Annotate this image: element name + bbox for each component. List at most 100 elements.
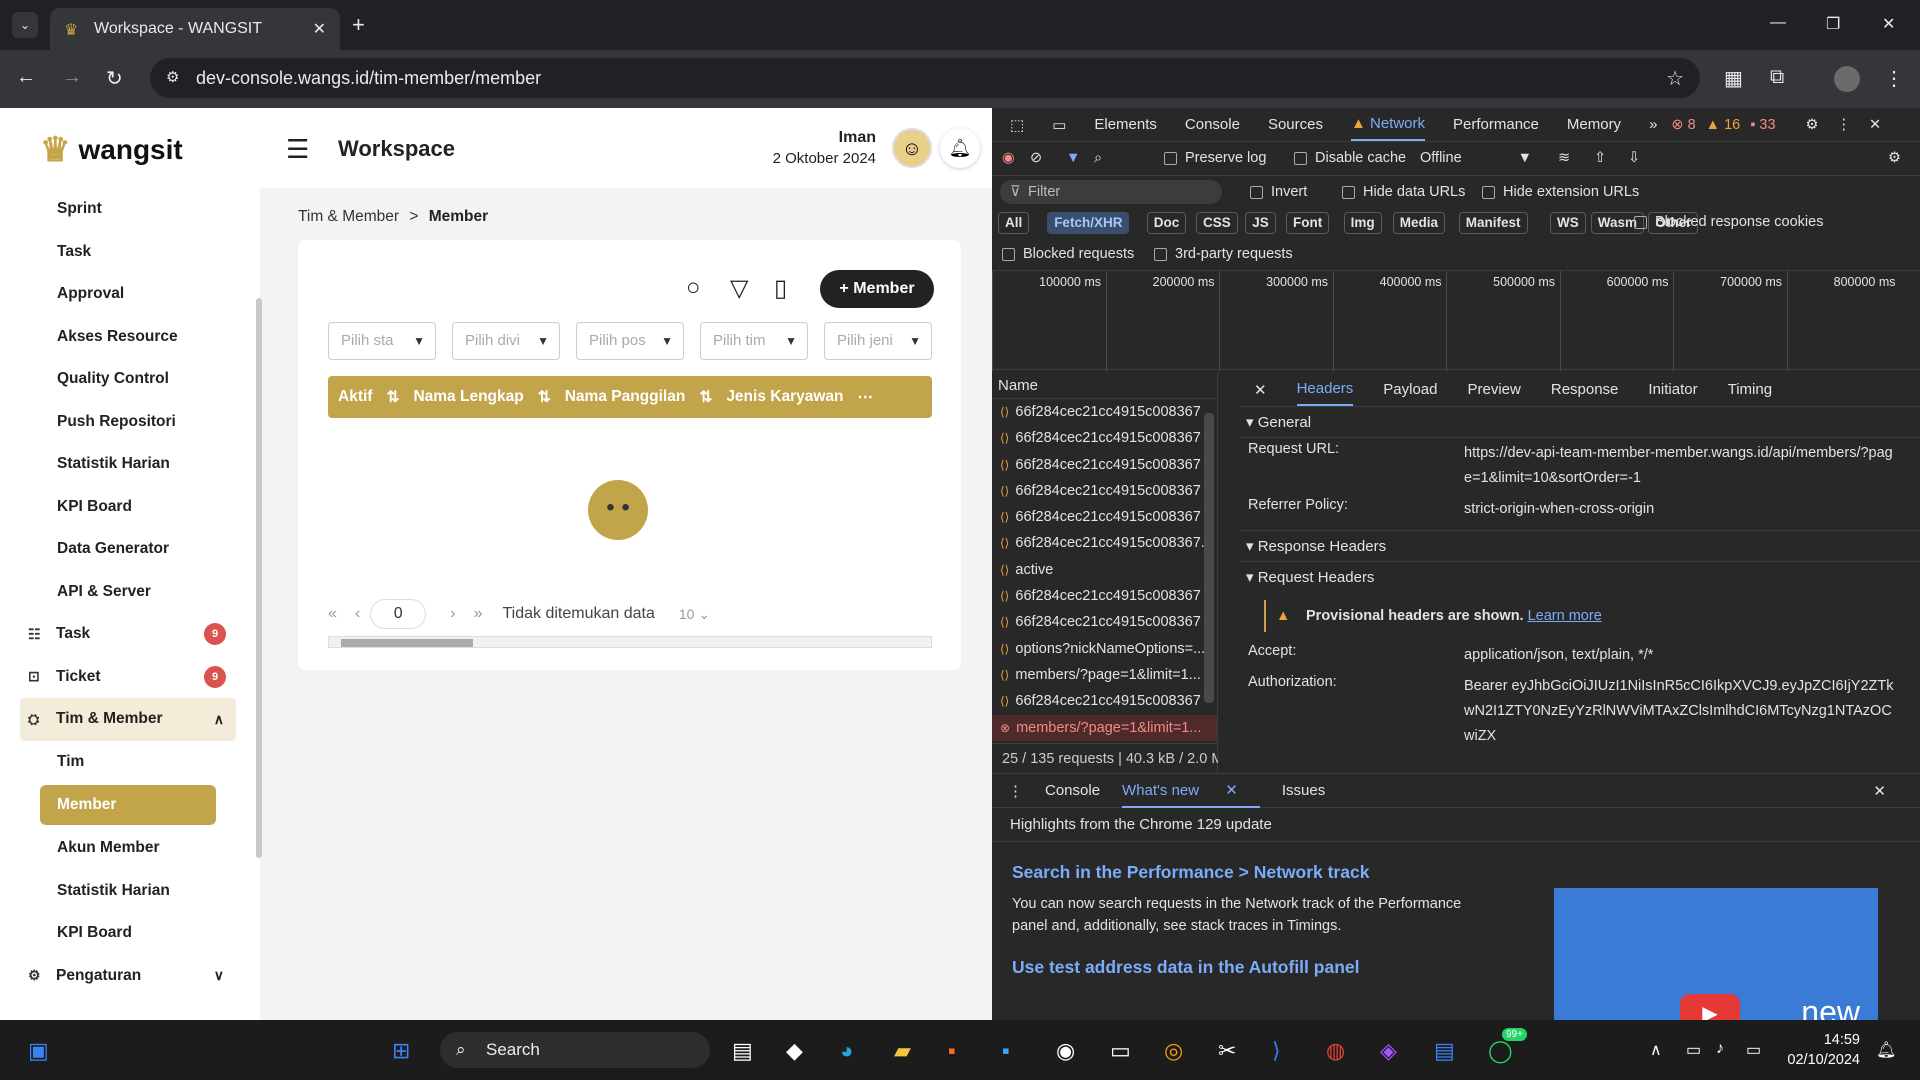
tab-sources[interactable]: Sources xyxy=(1268,116,1323,133)
network-conditions-icon[interactable]: ≋ xyxy=(1558,150,1570,166)
request-row[interactable]: ⟨⟩ 66f284cec21cc4915c008367 xyxy=(992,425,1217,451)
first-page-icon[interactable]: « xyxy=(328,605,337,623)
message-count[interactable]: ▪ 33 xyxy=(1750,117,1775,133)
close-window-button[interactable]: ✕ xyxy=(1882,14,1895,34)
record-icon[interactable]: ◉ xyxy=(1002,150,1015,166)
sidebar-item[interactable]: Task xyxy=(20,231,236,274)
sidebar-scrollbar[interactable] xyxy=(256,298,262,858)
back-icon[interactable]: ← xyxy=(16,66,36,89)
blocked-requests-checkbox[interactable]: Blocked requests xyxy=(1002,246,1134,262)
detail-tab[interactable]: Headers xyxy=(1296,373,1354,406)
network-settings-icon[interactable]: ⚙ xyxy=(1888,150,1901,166)
status-select[interactable]: Pilih sta ▼ xyxy=(328,322,436,360)
photoshop-icon[interactable]: ▪ xyxy=(1002,1038,1010,1064)
search-icon[interactable]: ⌕ xyxy=(1094,150,1102,166)
type-chip[interactable]: Media xyxy=(1392,212,1446,234)
device-toggle-icon[interactable]: ▭ xyxy=(1052,116,1066,134)
detail-tab[interactable]: Initiator xyxy=(1648,381,1697,398)
general-section-toggle[interactable]: ▾ General xyxy=(1240,407,1920,438)
prev-page-icon[interactable]: ‹ xyxy=(355,605,360,623)
request-row[interactable]: ⟨⟩ 66f284cec21cc4915c008367 xyxy=(992,504,1217,530)
new-tab-button[interactable]: + xyxy=(352,12,365,38)
filter-input[interactable]: ⊽ Filter xyxy=(1000,180,1222,204)
request-row[interactable]: ⟨⟩ 66f284cec21cc4915c008367 xyxy=(992,583,1217,609)
tab-memory[interactable]: Memory xyxy=(1567,116,1621,133)
type-chip[interactable]: JS xyxy=(1245,212,1276,234)
tab-console[interactable]: Console xyxy=(1185,116,1240,133)
network-icon[interactable]: ▭ xyxy=(1686,1040,1701,1060)
close-devtools-icon[interactable]: ✕ xyxy=(1869,117,1881,133)
more-tabs-icon[interactable]: » xyxy=(1649,116,1657,133)
disable-cache-checkbox[interactable]: Disable cache xyxy=(1294,150,1406,166)
sort-icon[interactable]: ⇅ xyxy=(699,388,712,407)
site-info-icon[interactable]: ⚙ xyxy=(166,68,179,86)
request-row[interactable]: ⟨⟩ options?nickNameOptions=... xyxy=(992,636,1217,662)
preserve-log-checkbox[interactable]: Preserve log xyxy=(1164,150,1266,166)
type-chip[interactable]: WS xyxy=(1550,212,1586,234)
sidebar-item[interactable]: ⊡ Ticket 9 xyxy=(20,656,236,699)
detail-tab[interactable]: Response xyxy=(1551,381,1619,398)
invert-checkbox[interactable]: Invert xyxy=(1250,184,1307,200)
hamburger-menu-icon[interactable]: ☰ xyxy=(286,134,309,165)
sidebar-item[interactable]: Tim xyxy=(20,741,236,784)
brand-logo[interactable]: ♛ wangsit xyxy=(40,130,183,170)
chrome-icon[interactable]: ◍ xyxy=(1326,1038,1345,1064)
hide-data-urls-checkbox[interactable]: Hide data URLs xyxy=(1342,184,1465,200)
drawer-tab-whats-new[interactable]: What's new ✕ xyxy=(1122,774,1260,808)
type-chip[interactable]: CSS xyxy=(1196,212,1238,234)
third-party-checkbox[interactable]: 3rd-party requests xyxy=(1154,246,1293,262)
close-detail-icon[interactable]: ✕ xyxy=(1254,381,1267,399)
search-icon[interactable]: ○ xyxy=(686,274,701,302)
position-select[interactable]: Pilih pos ▼ xyxy=(576,322,684,360)
throttle-select[interactable]: Offline ▼ xyxy=(1420,150,1532,166)
type-chip[interactable]: Fetch/XHR xyxy=(1047,212,1130,234)
tab-search-button[interactable]: ⌄ xyxy=(12,12,38,38)
type-chip[interactable]: Font xyxy=(1286,212,1330,234)
blocked-cookies-checkbox[interactable]: Blocked response cookies xyxy=(1634,214,1823,230)
start-icon[interactable]: ⊞ xyxy=(392,1038,410,1064)
user-avatar[interactable]: ☺ xyxy=(892,128,932,168)
restore-button[interactable]: ❐ xyxy=(1826,14,1840,34)
notepad-icon[interactable]: ▤ xyxy=(1434,1038,1455,1064)
close-drawer-icon[interactable]: ✕ xyxy=(1873,782,1886,800)
request-row[interactable]: ⟨⟩ active xyxy=(992,557,1217,583)
widgets-icon[interactable]: ▣ xyxy=(28,1038,49,1064)
request-row[interactable]: ⊗ members/?page=1&limit=1... xyxy=(992,714,1217,741)
close-tab-icon[interactable]: ✕ xyxy=(313,19,326,39)
sort-icon[interactable]: ⇅ xyxy=(538,388,551,407)
tab-elements[interactable]: Elements xyxy=(1094,116,1157,133)
request-row[interactable]: ⟨⟩ 66f284cec21cc4915c008367 xyxy=(992,688,1217,714)
whats-new-video[interactable]: ▶ new xyxy=(1554,888,1878,1021)
volume-icon[interactable]: ♪ xyxy=(1716,1040,1724,1058)
app-icon[interactable]: ◉ xyxy=(1056,1038,1075,1064)
sidebar-item[interactable]: API & Server xyxy=(20,571,236,614)
drawer-menu-icon[interactable]: ⋮ xyxy=(1008,782,1023,800)
snipping-icon[interactable]: ✂ xyxy=(1218,1038,1236,1064)
breadcrumb-parent[interactable]: Tim & Member xyxy=(298,208,399,225)
inspect-icon[interactable]: ⬚ xyxy=(1010,116,1024,134)
type-chip[interactable]: Doc xyxy=(1146,212,1187,234)
request-row[interactable]: ⟨⟩ 66f284cec21cc4915c008367 xyxy=(992,478,1217,504)
col-nama-panggilan[interactable]: Nama Panggilan xyxy=(565,388,686,406)
table-hscrollbar[interactable] xyxy=(328,636,932,648)
response-headers-toggle[interactable]: ▾ Response Headers xyxy=(1240,531,1920,562)
learn-more-link[interactable]: Learn more xyxy=(1528,608,1602,624)
drawer-tab-issues[interactable]: Issues xyxy=(1282,782,1325,799)
sidebar-item[interactable]: Sprint xyxy=(20,188,236,231)
hide-extension-urls-checkbox[interactable]: Hide extension URLs xyxy=(1482,184,1639,200)
page-size-select[interactable]: 10 ⌄ xyxy=(679,606,710,623)
tab-performance[interactable]: Performance xyxy=(1453,116,1539,133)
add-member-button[interactable]: + Member xyxy=(820,270,934,308)
more-icon[interactable]: ⋯ xyxy=(858,388,874,407)
team-select[interactable]: Pilih tim ▼ xyxy=(700,322,808,360)
close-tab-icon[interactable]: ✕ xyxy=(1225,782,1238,799)
copilot-icon[interactable]: ◆ xyxy=(786,1038,803,1064)
battery-icon[interactable]: ▭ xyxy=(1746,1040,1761,1060)
edge-icon[interactable]: ◕ xyxy=(840,1038,853,1064)
address-bar[interactable]: ⚙ dev-console.wangs.id/tim-member/member… xyxy=(150,58,1700,98)
youtube-play-icon[interactable]: ▶ xyxy=(1680,994,1740,1021)
qr-icon[interactable]: ▦ xyxy=(1724,66,1743,91)
sort-icon[interactable]: ⇅ xyxy=(386,388,399,407)
export-icon[interactable]: ▯ xyxy=(774,274,787,303)
error-count[interactable]: ⊗ 8 xyxy=(1671,117,1695,133)
